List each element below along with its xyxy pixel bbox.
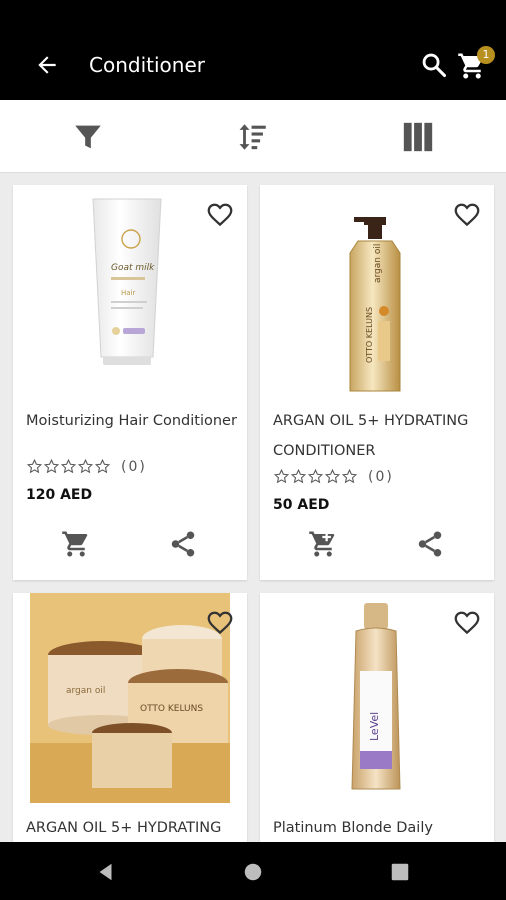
nav-back-icon[interactable] <box>95 861 117 883</box>
svg-text:OTTO KELUNS: OTTO KELUNS <box>365 307 374 363</box>
favorite-heart-icon[interactable] <box>205 199 235 229</box>
rating-stars <box>26 458 111 475</box>
add-to-cart-icon[interactable] <box>61 529 91 559</box>
nav-recents-icon[interactable] <box>389 861 411 883</box>
product-card[interactable]: argan oil OTTO KELUNS ARGAN OIL 5+ HYDRA… <box>13 593 247 853</box>
product-card[interactable]: LeVel Platinum Blonde Daily <box>260 593 494 853</box>
product-name: ARGAN OIL 5+ HYDRATING <box>26 820 222 836</box>
product-name-line-2: CONDITIONER <box>273 443 376 459</box>
grid-view-icon[interactable] <box>401 120 435 154</box>
product-rating: (0) <box>26 458 147 475</box>
filter-icon[interactable] <box>71 120 105 154</box>
product-name: Moisturizing Hair Conditioner <box>26 413 237 429</box>
rating-stars <box>273 468 358 485</box>
add-to-cart-icon[interactable] <box>308 529 338 559</box>
star-outline-icon <box>273 468 290 485</box>
star-outline-icon <box>307 468 324 485</box>
product-price: 50 AED <box>273 497 330 513</box>
svg-text:Hair: Hair <box>121 289 135 297</box>
star-outline-icon <box>26 458 43 475</box>
share-icon[interactable] <box>168 529 198 559</box>
review-count: (0) <box>368 468 394 485</box>
review-count: (0) <box>121 458 147 475</box>
star-outline-icon <box>94 458 111 475</box>
search-icon[interactable] <box>420 51 448 79</box>
share-icon[interactable] <box>415 529 445 559</box>
nav-home-icon[interactable] <box>242 861 264 883</box>
star-outline-icon <box>290 468 307 485</box>
star-outline-icon <box>77 458 94 475</box>
star-outline-icon <box>341 468 358 485</box>
star-outline-icon <box>324 468 341 485</box>
system-nav-bar <box>0 842 506 900</box>
favorite-heart-icon[interactable] <box>452 607 482 637</box>
svg-text:argan oil: argan oil <box>373 244 383 283</box>
app-bar: Conditioner 1 <box>0 0 506 100</box>
product-image: OTTO KELUNS argan oil <box>349 217 401 392</box>
star-outline-icon <box>60 458 77 475</box>
back-arrow-icon[interactable] <box>34 52 60 78</box>
product-card[interactable]: Goat milk Hair Moisturizing Hair Conditi… <box>13 185 247 580</box>
product-name-line-1: ARGAN OIL 5+ HYDRATING <box>273 413 469 429</box>
favorite-heart-icon[interactable] <box>205 607 235 637</box>
sort-icon[interactable] <box>236 120 270 154</box>
svg-text:LeVel: LeVel <box>368 712 381 741</box>
favorite-heart-icon[interactable] <box>452 199 482 229</box>
svg-text:argan oil: argan oil <box>66 686 105 696</box>
cart-badge: 1 <box>477 46 495 64</box>
product-name: Platinum Blonde Daily <box>273 820 433 836</box>
product-card[interactable]: OTTO KELUNS argan oil ARGAN OIL 5+ HYDRA… <box>260 185 494 580</box>
product-rating: (0) <box>273 468 394 485</box>
filter-toolbar <box>0 100 506 173</box>
product-price: 120 AED <box>26 487 93 503</box>
page-title: Conditioner <box>89 53 205 77</box>
star-outline-icon <box>43 458 60 475</box>
product-image: argan oil OTTO KELUNS <box>30 593 230 803</box>
svg-text:Goat milk: Goat milk <box>111 263 155 273</box>
svg-text:OTTO KELUNS: OTTO KELUNS <box>140 704 203 714</box>
